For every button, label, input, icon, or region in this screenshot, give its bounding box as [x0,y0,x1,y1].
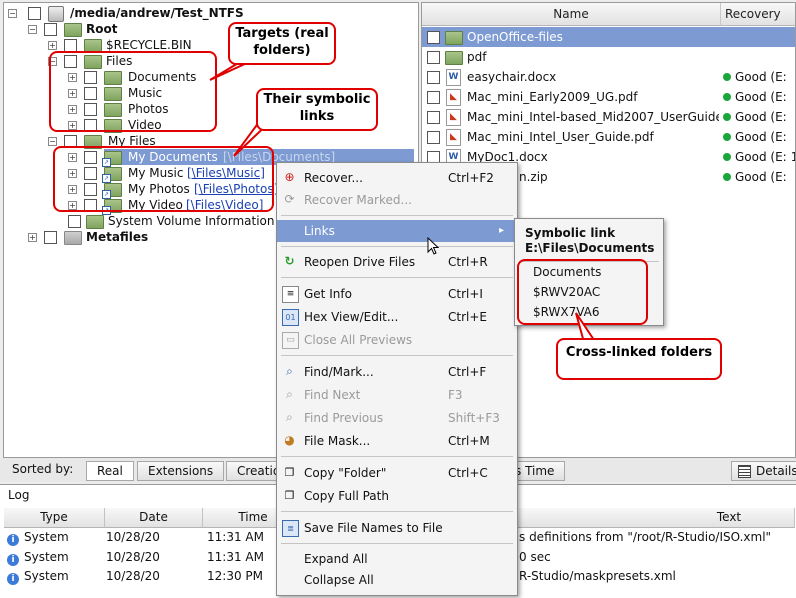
callout-symlinks: Their symbolic links [256,88,378,131]
callout-crosslinked: Cross-linked folders [556,338,722,380]
callout-pointers [209,55,600,347]
callout-targets: Targets (real folders) [228,22,336,65]
